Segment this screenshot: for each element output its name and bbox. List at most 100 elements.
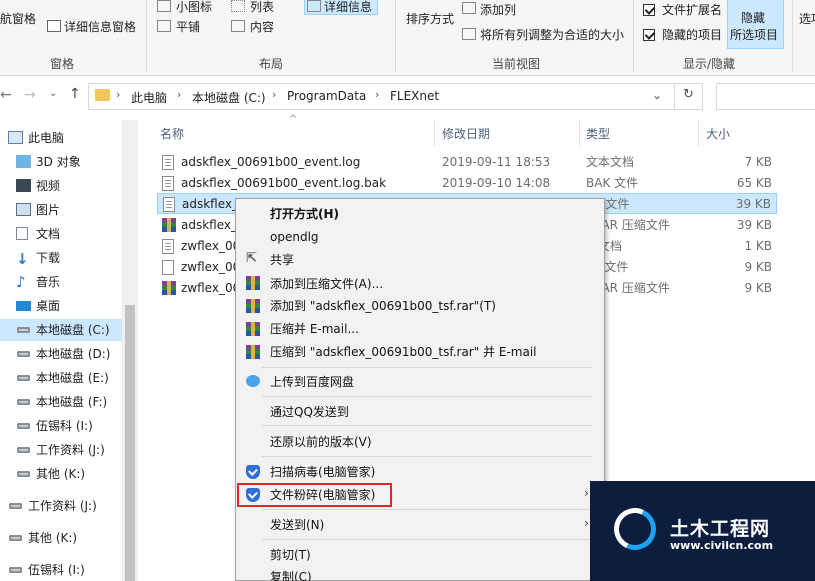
nav-item-music[interactable]: ♪ 音乐 — [0, 271, 122, 293]
menu-item-send-qq[interactable]: 通过QQ发送到 — [270, 404, 349, 420]
layout-tiles[interactable]: 平铺 — [176, 19, 200, 35]
menu-separator — [262, 539, 592, 540]
file-size: 39 KB — [736, 218, 772, 232]
menu-item-upload-baidu[interactable]: 上传到百度网盘 — [270, 374, 354, 390]
options-button[interactable]: 选项 — [799, 11, 815, 27]
nav-item-label: 其他 (K:) — [28, 531, 78, 545]
menu-item-open-with[interactable]: 打开方式(H) — [270, 206, 339, 222]
menu-item-add-to-rar[interactable]: 添加到 "adskflex_00691b00_tsf.rar"(T) — [270, 298, 496, 314]
nav-item-drive-k-root[interactable]: 其他 (K:) — [0, 527, 122, 549]
column-divider[interactable] — [434, 120, 435, 146]
menu-item-opendlg[interactable]: opendlg — [270, 229, 319, 245]
recent-locations-icon[interactable]: ⌄ — [49, 88, 57, 99]
file-name: adskflex_00691b00_event.log.bak — [181, 176, 387, 190]
nav-item-pictures[interactable]: 图片 — [0, 199, 122, 221]
forward-arrow-icon[interactable]: → — [24, 87, 36, 103]
menu-item-cut[interactable]: 剪切(T) — [270, 547, 311, 563]
address-dropdown-icon[interactable]: ⌄ — [652, 88, 662, 102]
share-icon: ⇱ — [246, 251, 257, 266]
civilcn-logo-icon — [608, 502, 662, 556]
menu-item-compress-to-rar-email[interactable]: 压缩到 "adskflex_00691b00_tsf.rar" 并 E-mail — [270, 344, 537, 360]
nav-item-drive-i[interactable]: 伍锡科 (I:) — [0, 415, 122, 437]
nav-item-label: 伍锡科 (I:) — [28, 563, 85, 577]
nav-item-desktop[interactable]: 桌面 — [0, 295, 122, 317]
nav-item-drive-k[interactable]: 其他 (K:) — [0, 463, 122, 485]
menu-item-compress-email[interactable]: 压缩并 E-mail... — [270, 321, 359, 337]
nav-item-label: 下载 — [36, 251, 61, 265]
breadcrumb-programdata[interactable]: ProgramData — [287, 89, 366, 103]
nav-item-drive-i-root[interactable]: 伍锡科 (I:) — [0, 559, 122, 581]
winrar-icon — [246, 322, 260, 336]
winrar-archive-icon — [162, 218, 176, 232]
drive-icon — [17, 447, 30, 453]
group-current-view-label: 当前视图 — [492, 57, 541, 71]
file-date: 2019-09-10 14:08 — [442, 176, 551, 190]
drive-icon — [17, 423, 30, 429]
nav-item-label: 工作资料 (J:) — [28, 499, 97, 513]
nav-item-drive-e[interactable]: 本地磁盘 (E:) — [0, 367, 122, 389]
details-pane-button[interactable]: 详细信息窗格 — [64, 19, 136, 35]
breadcrumb-separator: › — [177, 88, 182, 101]
nav-item-drive-j-root[interactable]: 工作资料 (J:) — [0, 495, 122, 517]
nav-item-3d-objects[interactable]: 3D 对象 — [0, 151, 122, 173]
nav-item-this-pc[interactable]: 此电脑 — [0, 127, 122, 149]
back-arrow-icon[interactable]: ← — [0, 87, 12, 103]
nav-item-label: 本地磁盘 (F:) — [36, 395, 108, 409]
file-size: 9 KB — [744, 260, 772, 274]
menu-separator — [262, 367, 592, 368]
hidden-items-checkbox[interactable] — [643, 29, 655, 41]
fit-columns-icon — [462, 28, 476, 40]
breadcrumb-drive-c[interactable]: 本地磁盘 (C:) — [192, 89, 266, 106]
drive-icon — [17, 327, 30, 333]
nav-item-label: 3D 对象 — [36, 155, 81, 169]
menu-separator — [262, 509, 592, 510]
menu-item-copy[interactable]: 复制(C) — [270, 569, 312, 581]
column-divider[interactable] — [579, 120, 580, 146]
nav-item-drive-f[interactable]: 本地磁盘 (F:) — [0, 391, 122, 413]
layout-details[interactable]: 详细信息 — [324, 0, 372, 15]
sort-ascending-icon: ^ — [289, 114, 298, 125]
search-input[interactable] — [716, 83, 815, 110]
breadcrumb-this-pc[interactable]: 此电脑 — [131, 89, 167, 106]
sort-by-button[interactable]: 排序方式 — [406, 11, 454, 27]
menu-separator — [262, 425, 592, 426]
nav-scrollbar-thumb[interactable] — [125, 305, 135, 581]
layout-small-icons[interactable]: 小图标 — [176, 0, 212, 15]
column-header-type[interactable]: 类型 — [586, 125, 610, 142]
layout-content[interactable]: 内容 — [250, 19, 274, 35]
drive-icon — [17, 399, 30, 405]
nav-item-label: 音乐 — [36, 275, 61, 289]
menu-item-share[interactable]: 共享 — [270, 252, 294, 268]
nav-pane-button[interactable]: 航窗格 — [0, 11, 36, 27]
group-layout-label: 布局 — [259, 57, 284, 71]
menu-item-scan-virus[interactable]: 扫描病毒(电脑管家) — [270, 464, 375, 480]
file-name: zwflex_00 — [181, 281, 241, 295]
menu-item-send-to[interactable]: 发送到(N) — [270, 517, 324, 533]
column-header-name[interactable]: 名称 — [160, 125, 184, 142]
layout-list[interactable]: 列表 — [250, 0, 274, 15]
menu-item-add-to-archive[interactable]: 添加到压缩文件(A)... — [270, 276, 383, 292]
nav-item-documents[interactable]: 文档 — [0, 223, 122, 245]
file-name: adskflex_ — [182, 197, 239, 211]
up-arrow-icon[interactable]: ↑ — [69, 86, 81, 102]
nav-item-label: 伍锡科 (I:) — [36, 419, 93, 433]
breadcrumb-flexnet[interactable]: FLEXnet — [390, 89, 439, 103]
file-extensions-checkbox[interactable] — [643, 4, 655, 16]
nav-item-label: 文档 — [36, 227, 61, 241]
column-divider[interactable] — [698, 120, 699, 146]
nav-item-downloads[interactable]: ↓ 下载 — [0, 247, 122, 269]
column-header-size[interactable]: 大小 — [706, 125, 730, 142]
pc-manager-shield-icon — [246, 465, 260, 479]
fit-columns-button[interactable]: 将所有列调整为合适的大小 — [480, 27, 624, 43]
nav-item-drive-d[interactable]: 本地磁盘 (D:) — [0, 343, 122, 365]
column-header-date[interactable]: 修改日期 — [442, 125, 490, 142]
add-column-button[interactable]: 添加列 — [480, 2, 516, 18]
nav-item-drive-j[interactable]: 工作资料 (J:) — [0, 439, 122, 461]
drive-icon — [9, 503, 22, 509]
nav-item-video[interactable]: 视频 — [0, 175, 122, 197]
nav-item-drive-c[interactable]: 本地磁盘 (C:) — [0, 319, 122, 341]
file-row[interactable]: adskflex_00691b00_event.log.bak 2019-09-… — [157, 173, 777, 194]
file-row[interactable]: adskflex_00691b00_event.log 2019-09-11 1… — [157, 152, 777, 173]
menu-item-restore-previous[interactable]: 还原以前的版本(V) — [270, 434, 372, 450]
blank-file-icon — [162, 260, 174, 275]
